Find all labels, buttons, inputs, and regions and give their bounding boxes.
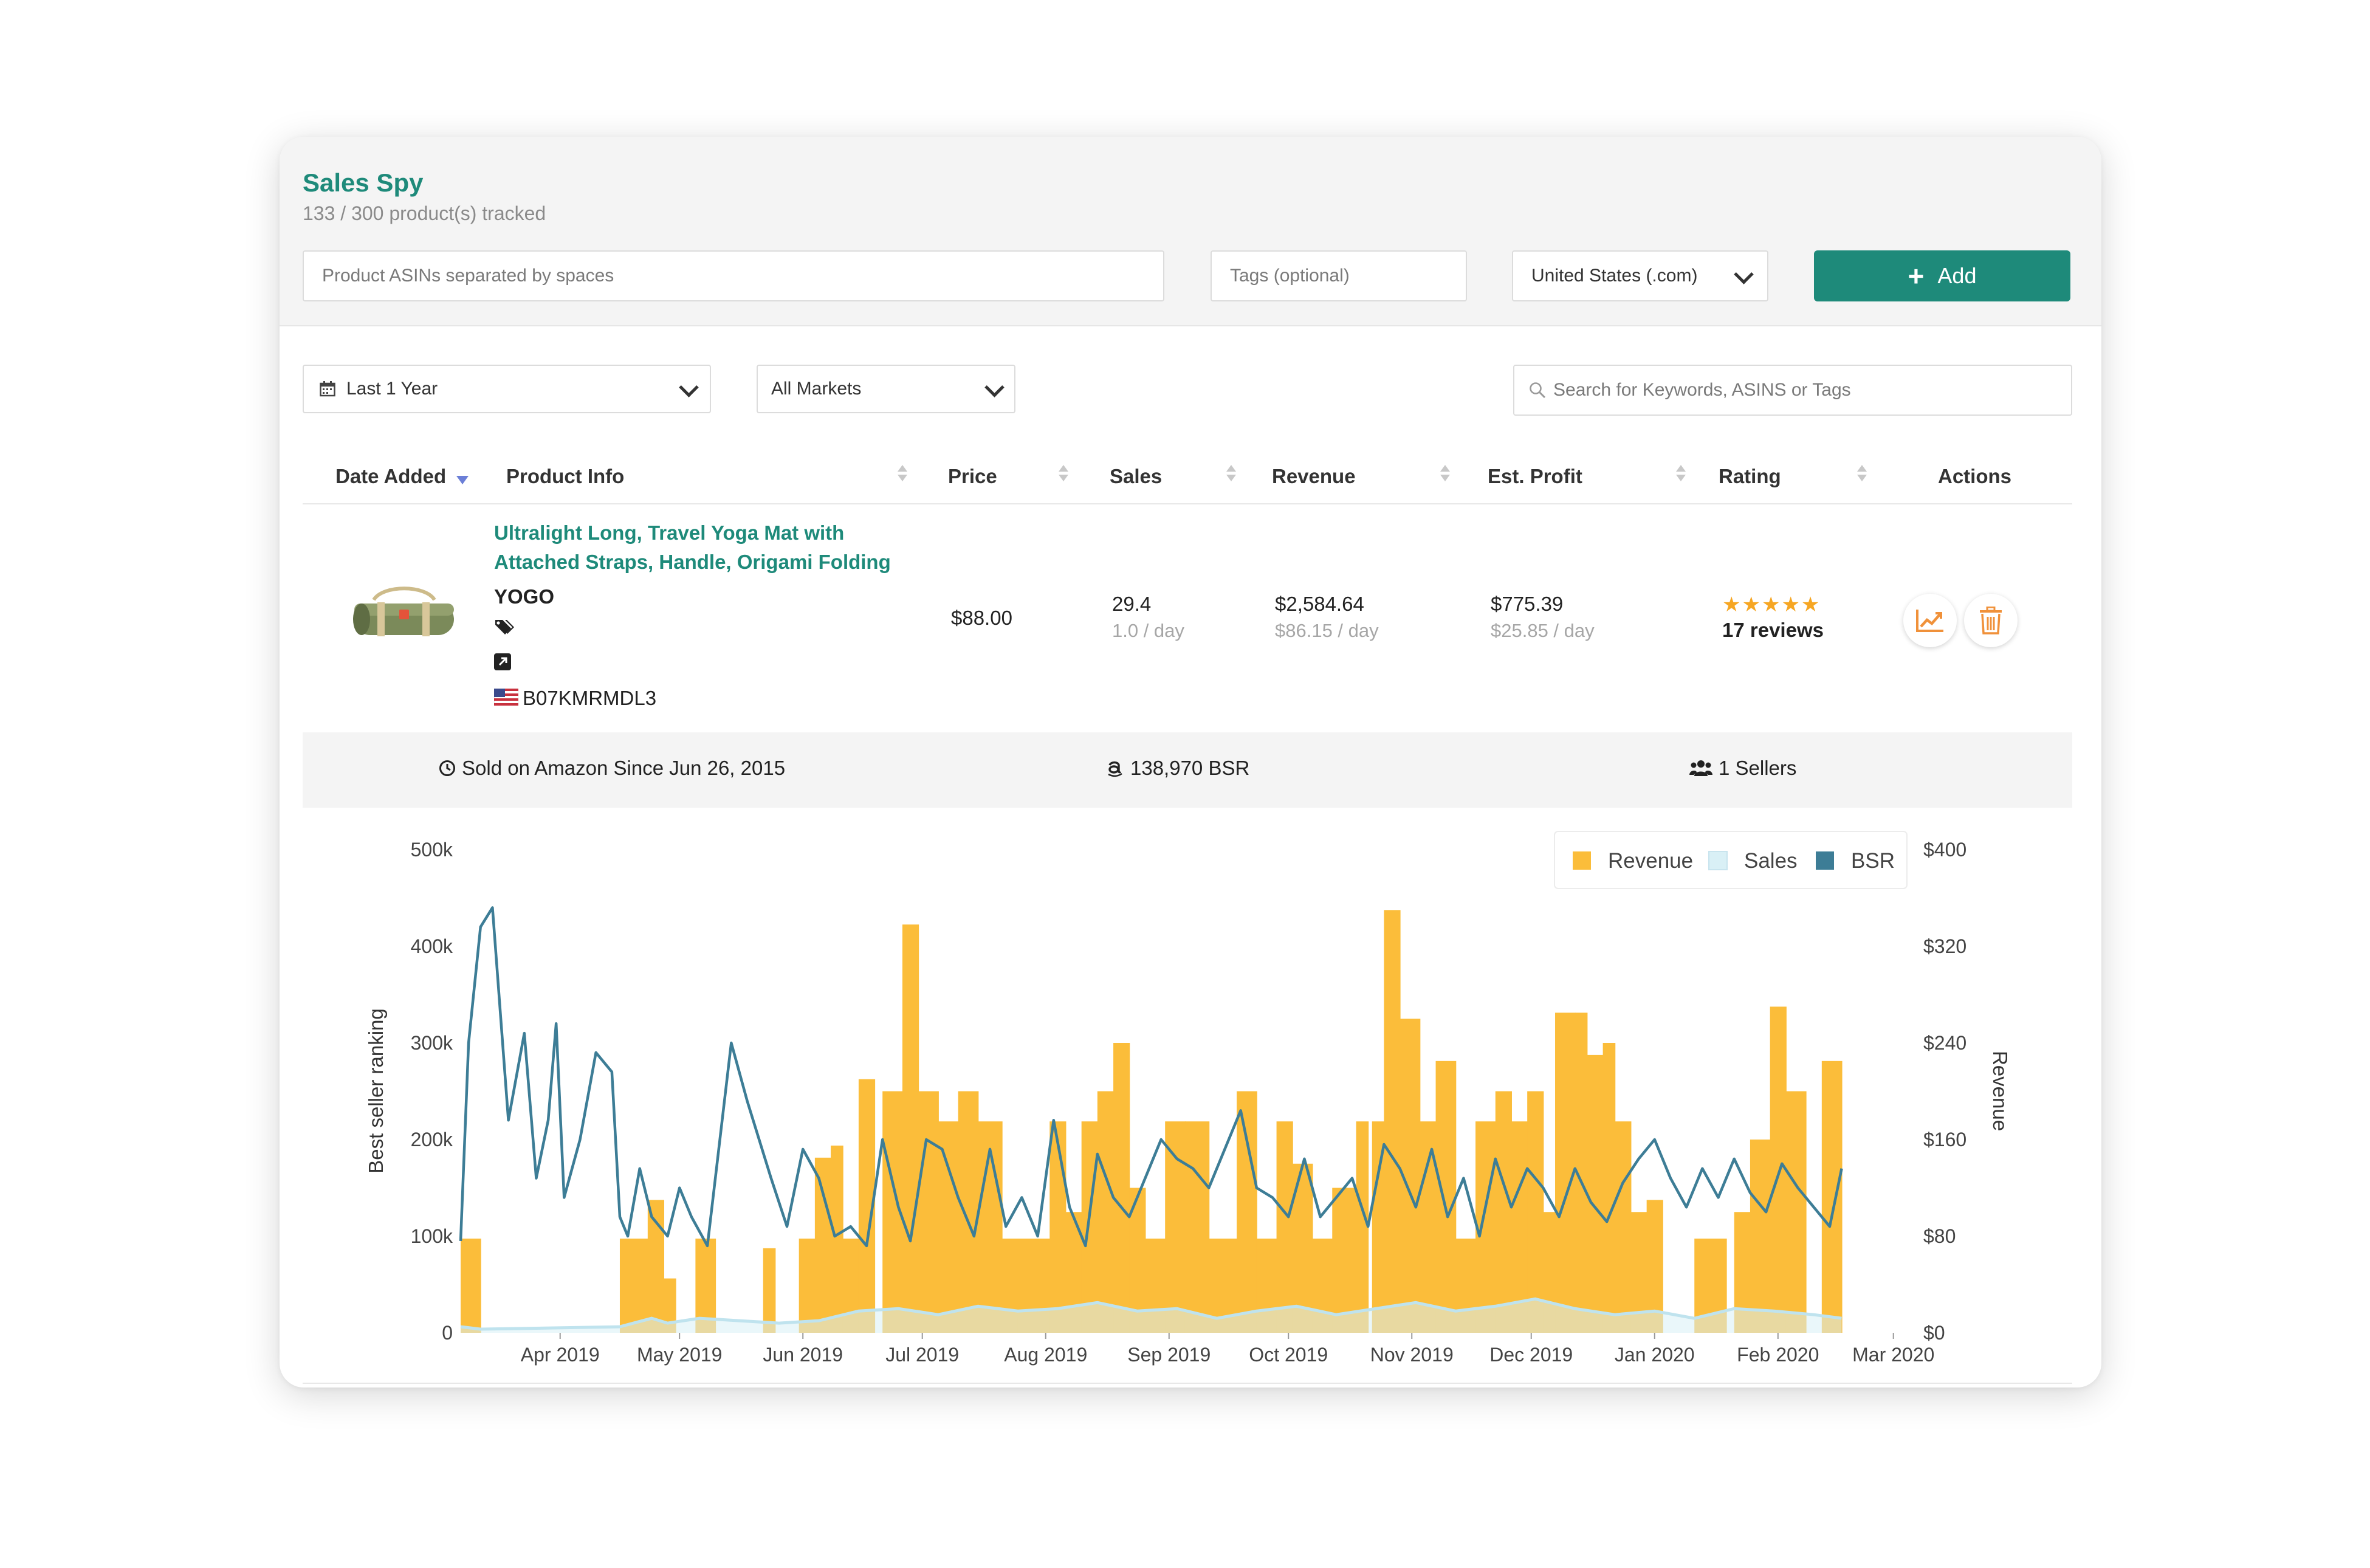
revenue-bar	[1475, 1121, 1496, 1333]
revenue-bar	[1435, 1061, 1457, 1333]
revenue-bar	[1097, 1091, 1115, 1333]
y-axis-label-right: Revenue	[1989, 1051, 2011, 1131]
y-tick-left: 400k	[411, 935, 453, 957]
revenue-bar	[1165, 1121, 1186, 1333]
y-tick-right: $400	[1923, 839, 1966, 861]
x-tick-label: Feb 2020	[1737, 1344, 1819, 1366]
revenue-bar	[1821, 1061, 1843, 1333]
revenue-bar	[1113, 1043, 1130, 1333]
revenue-bar	[1770, 1006, 1787, 1333]
revenue-bar	[958, 1091, 979, 1333]
revenue-bar	[461, 1238, 481, 1333]
revenue-bar	[1081, 1121, 1098, 1333]
sales-spy-panel: Sales Spy 133 / 300 product(s) tracked P…	[280, 137, 2101, 1387]
revenue-bar	[902, 924, 919, 1333]
revenue-bar	[1750, 1140, 1771, 1333]
revenue-bar	[1615, 1121, 1632, 1333]
y-tick-left: 500k	[411, 839, 453, 861]
revenue-bar	[1785, 1091, 1807, 1333]
legend-swatch	[1573, 851, 1591, 870]
y-tick-left: 0	[442, 1322, 453, 1344]
x-tick-label: Dec 2019	[1489, 1344, 1573, 1366]
x-tick-label: Sep 2019	[1127, 1344, 1211, 1366]
revenue-bar	[1602, 1043, 1616, 1333]
y-tick-right: $80	[1923, 1225, 1956, 1247]
revenue-bar	[763, 1248, 776, 1333]
chart-legend: Revenue Sales BSR	[1554, 831, 1908, 889]
revenue-bar	[799, 1238, 816, 1333]
x-tick-label: Aug 2019	[1004, 1344, 1087, 1366]
revenue-bar	[1184, 1121, 1210, 1333]
revenue-bar	[1495, 1091, 1512, 1333]
legend-label: Sales	[1744, 849, 1798, 873]
x-tick-label: Oct 2019	[1249, 1344, 1328, 1366]
y-tick-right: $240	[1923, 1032, 1966, 1054]
revenue-bar	[1587, 1054, 1604, 1333]
revenue-bar	[918, 1091, 939, 1333]
revenue-bar	[938, 1121, 959, 1333]
revenue-bar	[1384, 910, 1401, 1333]
y-tick-right: $0	[1923, 1322, 1945, 1344]
x-tick-label: Jan 2020	[1615, 1344, 1695, 1366]
revenue-bar	[831, 1145, 843, 1333]
row-divider	[303, 1383, 2072, 1384]
y-tick-left: 200k	[411, 1129, 453, 1150]
legend-label: BSR	[1851, 849, 1895, 873]
revenue-bar	[1276, 1121, 1293, 1333]
x-tick-label: Jul 2019	[885, 1344, 959, 1366]
x-tick-label: Mar 2020	[1852, 1344, 1934, 1366]
revenue-bar	[1049, 1121, 1066, 1333]
revenue-bar	[647, 1200, 665, 1333]
y-tick-right: $160	[1923, 1129, 1966, 1150]
y-tick-right: $320	[1923, 935, 1966, 957]
y-tick-left: 100k	[411, 1225, 453, 1247]
x-tick-label: Nov 2019	[1370, 1344, 1454, 1366]
legend-swatch	[1708, 851, 1728, 870]
revenue-bar	[1527, 1091, 1544, 1333]
sales-chart: 0 100k 200k 300k 400k 500k $0 $80 $160 $240 $320 $…	[365, 831, 2011, 1366]
x-tick-label: Apr 2019	[521, 1344, 600, 1366]
x-tick-label: May 2019	[637, 1344, 723, 1366]
bsr-line	[459, 906, 1843, 1248]
y-tick-left: 300k	[411, 1032, 453, 1054]
revenue-bar	[814, 1157, 832, 1333]
revenue-bar	[1237, 1091, 1257, 1333]
legend-label: Revenue	[1608, 849, 1693, 873]
y-axis-label-left: Best seller ranking	[365, 1008, 387, 1173]
revenue-bar	[619, 1238, 648, 1333]
revenue-bar	[1356, 1121, 1369, 1333]
legend-swatch	[1816, 851, 1834, 870]
x-tick-label: Jun 2019	[763, 1344, 843, 1366]
